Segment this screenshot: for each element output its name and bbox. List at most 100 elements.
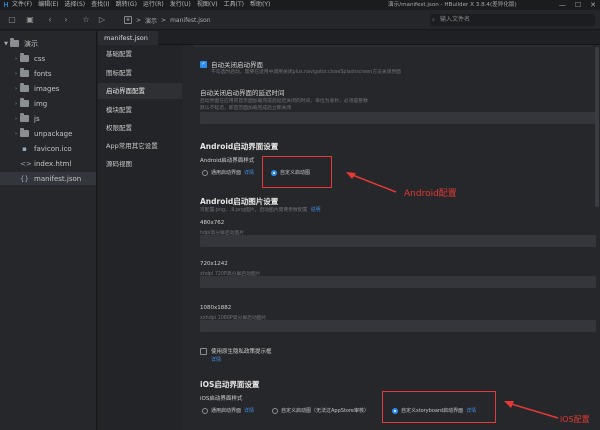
image-file-icon: ▪ [22,144,27,153]
folder-icon [20,113,29,122]
menu-run[interactable]: 运行(R) [143,0,164,10]
chevron-right-icon: › [15,130,17,137]
window-title: 演示/manifest.json - HBuilder X 3.8.4(差异化版… [388,2,517,8]
manifest-nav: 基础配置 图标配置 启动界面配置 模块配置 权限配置 App常用其它设置 源码视… [98,45,182,430]
tree-folder-js[interactable]: › js [12,112,40,125]
nav-source[interactable]: 源码视图 [98,156,182,172]
maximize-button[interactable]: ☐ [575,0,581,10]
ios-radio-custom-img[interactable]: 自定义启动图（无法过AppStore审核） [272,407,369,414]
back-icon[interactable]: ‹ [44,14,56,26]
menu-find[interactable]: 查找(I) [91,0,109,10]
size-label: 720x1242 [200,261,228,267]
nav-icons[interactable]: 图标配置 [98,65,182,81]
android-img-help-link[interactable]: 说明 [310,206,320,213]
file-search-input[interactable]: ⌕ 输入文件名 [430,14,595,26]
tree-file-manifest[interactable]: {} manifest.json [0,172,96,185]
hbuilder-logo-icon: H [3,1,9,9]
checkmark-icon[interactable]: ✓ [200,60,207,68]
ios-highlight-box [382,391,496,423]
tree-folder-images[interactable]: › images [12,82,59,95]
menu-publish[interactable]: 发行(U) [170,0,191,10]
nav-modules[interactable]: 模块配置 [98,102,182,118]
ios-general-details-link[interactable]: 详情 [244,407,254,414]
android-radio-general[interactable]: 通用启动界面 详情 [202,169,254,176]
nav-splash[interactable]: 启动界面配置 [98,83,182,99]
folder-icon [20,128,29,137]
menu-select[interactable]: 选择(S) [65,0,86,10]
android-img-480-input[interactable] [200,235,596,247]
tree-item-label: favicon.ico [34,144,72,153]
folder-icon [20,68,29,77]
new-file-icon[interactable]: ▢ [6,14,18,26]
tree-item-label: fonts [34,69,52,78]
tab-manifest[interactable]: manifest.json [98,31,158,45]
nav-app-other[interactable]: App常用其它设置 [98,138,182,154]
delay-label: 自动关闭启动界面的延迟时间 [200,89,285,97]
ios-annotation: iOS配置 [560,415,590,424]
nav-permissions[interactable]: 权限配置 [98,120,182,136]
radio-label: 通用启动界面 [211,408,242,414]
menu-help[interactable]: 帮助(Y) [250,0,270,10]
menu-file[interactable]: 文件(F) [12,0,32,10]
breadcrumb-root[interactable]: 演示 [145,16,157,25]
tree-file-index[interactable]: <> index.html [20,157,71,170]
close-button[interactable]: ✕ [590,0,596,10]
project-icon: H [124,16,132,24]
folder-icon [20,53,29,62]
radio-icon [202,169,208,176]
tree-root[interactable]: ▼ 演示 [2,37,38,50]
ios-arrow-icon [504,401,559,419]
ios-radio-general[interactable]: 通用启动界面 详情 [202,407,254,414]
tree-folder-img[interactable]: › img [12,97,47,110]
breadcrumb-separator: > [161,16,167,24]
tree-folder-fonts[interactable]: › fonts [12,67,52,80]
chevron-down-icon: ▼ [4,40,8,47]
checkbox-icon[interactable] [200,347,207,355]
delay-hint: 启动界面在应用的首页面加载完成后延迟关闭的时间，单位为毫秒，必须是整数 [200,99,368,104]
forward-icon[interactable]: › [60,14,72,26]
minimize-button[interactable]: — [559,0,566,10]
menu-edit[interactable]: 编辑(E) [38,0,58,10]
android-style-label: Android启动界面样式 [200,158,255,164]
android-annotation: Android配置 [404,189,457,199]
html-file-icon: <> [20,159,32,168]
nav-basic[interactable]: 基础配置 [98,46,182,62]
chevron-right-icon: › [15,55,17,62]
native-privacy-row: 使用原生隐私政策提示框 [200,347,272,355]
toolbar: ▢ ▣ ‹ › ☆ ▷ H > 演示 > manifest.json ⌕ 输入文… [0,10,600,30]
chevron-right-icon: › [15,70,17,77]
cut-off-field [194,45,592,47]
android-img-720-input[interactable] [200,276,596,288]
menu-view[interactable]: 视图(V) [197,0,218,10]
folder-icon [20,83,29,92]
ios-section-title: iOS启动界面设置 [200,380,260,389]
ios-style-label: iOS启动界面样式 [200,396,243,402]
vertical-scrollbar[interactable] [595,47,599,207]
project-tree: ▼ 演示 › css › fonts › images › img › js ›… [0,31,97,430]
android-section-title: Android启动界面设置 [200,142,279,151]
tree-file-favicon[interactable]: ▪ favicon.ico [20,142,72,155]
save-icon[interactable]: ▣ [24,14,36,26]
tree-folder-css[interactable]: › css [12,52,45,65]
breadcrumb-file[interactable]: manifest.json [170,17,210,24]
native-privacy-details-link[interactable]: 详情 [211,356,221,363]
menu-goto[interactable]: 跳转(G) [116,0,137,10]
chevron-right-icon: › [15,85,17,92]
search-icon: ⌕ [432,17,435,23]
android-img-1080-input[interactable] [200,320,596,332]
chevron-right-icon: › [15,115,17,122]
menu-tools[interactable]: 工具(T) [224,0,244,10]
tree-item-label: unpackage [34,129,73,138]
splash-settings-panel: ✓ 自动关闭启动界面 不勾选时启动，需要在适用中调用关闭plus.navigat… [182,45,600,430]
android-general-details-link[interactable]: 详情 [244,169,254,176]
delay-input[interactable] [200,112,596,124]
run-icon[interactable]: ▷ [96,14,108,26]
delay-hint: 默认不延迟，即首页面加载完成后立即关闭 [200,106,292,111]
folder-icon [10,38,19,47]
size-label: 480x762 [200,220,225,226]
search-placeholder: 输入文件名 [440,16,471,23]
json-file-icon: {} [20,174,29,183]
android-img-hint-row: 可配置.png、.9.png图片，启动图片需要参数配置 说明 [200,206,320,213]
tree-folder-unpackage[interactable]: › unpackage [12,127,72,140]
star-icon[interactable]: ☆ [80,14,92,26]
